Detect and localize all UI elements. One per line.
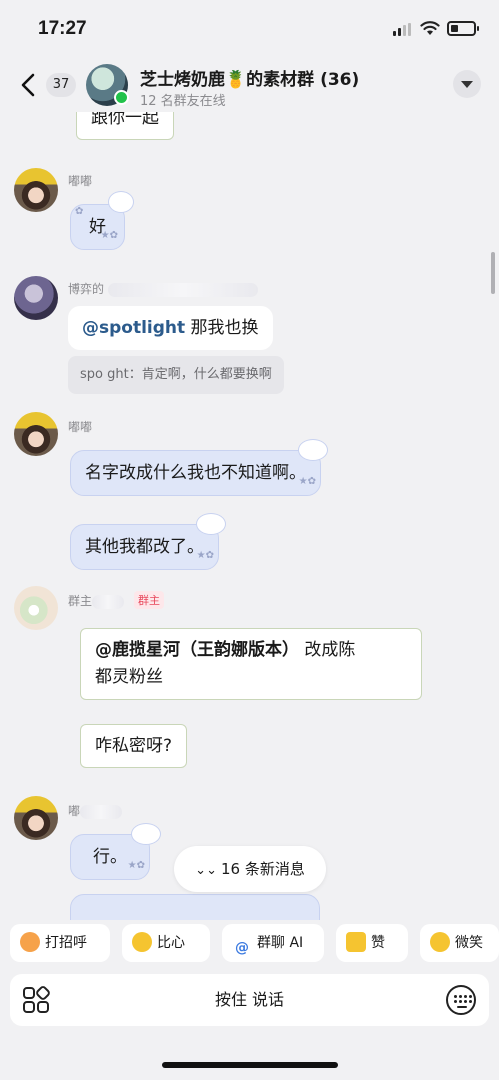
message-text: 那我也换 [185,318,259,338]
wave-icon [20,932,40,952]
smile-button[interactable]: 微笑 [420,924,499,962]
chat-header: 37 芝士烤奶鹿🍍的素材群 (36) 12 名群友在线 [0,60,499,112]
message-bubble[interactable] [70,894,320,920]
message-bubble[interactable]: @spotlight 那我也换 [68,306,273,350]
message-line-1: @鹿揽星河（王韵娜版本） 改成陈 [95,640,356,660]
mention-link[interactable]: @spotlight [82,318,185,338]
online-count: 12 名群友在线 [140,94,226,109]
sender-name: 嘟 [68,802,123,819]
message-list[interactable]: 跟你一起 嘟嘟 好 ✿ ★✿ 博弈的 @spotlight 那我也换 spo g… [0,112,499,920]
smile-icon [430,932,450,952]
input-bar: 按住 说话 [10,974,489,1026]
message-bubble[interactable]: 名字改成什么我也不知道啊。 ★✿ [70,439,328,496]
message-text: 跟你一起 [91,112,159,128]
hold-to-talk-button[interactable]: 按住 说话 [10,974,489,1026]
group-title[interactable]: 芝士烤奶鹿🍍的素材群 (36) [140,65,359,90]
online-dot-icon [114,90,129,105]
message-bubble[interactable]: 其他我都改了。 ★✿ [70,513,226,570]
quoted-reply[interactable]: spo ght：肯定啊，什么都要换啊 [68,356,284,394]
chevron-down-icon[interactable] [453,70,481,98]
back-icon[interactable] [16,72,42,98]
apps-grid-icon[interactable] [22,986,50,1014]
sender-name: 嘟嘟 [68,420,93,434]
message-text: 咋私密呀? [95,736,173,756]
unread-count-badge[interactable]: 37 [46,73,76,97]
like-button[interactable]: 赞 [336,924,408,962]
message-bubble[interactable]: 跟你一起 [76,112,174,140]
greet-button[interactable]: 打招呼 [10,924,110,962]
thumbs-up-icon [346,932,366,952]
message-bubble[interactable]: 行。 ★✿ [70,823,161,880]
sender-name: 博弈的 [68,280,258,297]
double-chevron-down-icon: ⌄⌄ [195,863,217,878]
heart-hands-icon [132,932,152,952]
avatar[interactable] [14,796,58,840]
message-bubble[interactable]: 咋私密呀? [80,724,188,768]
quick-actions-bar: 打招呼 比心 @ 群聊 AI 赞 微笑 [0,920,499,968]
message-bubble[interactable]: @鹿揽星河（王韵娜版本） 改成陈 都灵粉丝 [80,628,422,700]
avatar[interactable] [14,586,58,630]
scrollbar[interactable] [491,252,495,294]
keyboard-icon[interactable] [446,985,476,1015]
mention-link[interactable]: @鹿揽星河（王韵娜版本） [95,640,299,660]
sender-name: 嘟嘟 [68,174,93,188]
message-line-2: 都灵粉丝 [95,667,163,687]
status-bar: 17:27 [0,0,499,60]
sender-name: 群主 [68,592,125,609]
message-text: 名字改成什么我也不知道啊。 [85,463,306,483]
message-text: 行。 [93,847,127,867]
home-indicator [162,1062,338,1068]
owner-badge: 群主 [134,591,164,609]
heart-button[interactable]: 比心 [122,924,210,962]
signal-icon [393,23,411,36]
at-icon: @ [235,940,249,956]
battery-icon [447,21,479,36]
status-time: 17:27 [38,18,87,39]
message-text: 其他我都改了。 [85,537,204,557]
message-bubble[interactable]: 好 ✿ ★✿ [70,191,134,250]
avatar[interactable] [14,412,58,456]
wifi-icon [420,21,440,35]
avatar[interactable] [14,276,58,320]
new-messages-button[interactable]: ⌄⌄ 16 条新消息 [174,846,326,892]
group-ai-button[interactable]: @ 群聊 AI [222,924,324,962]
avatar[interactable] [14,168,58,212]
